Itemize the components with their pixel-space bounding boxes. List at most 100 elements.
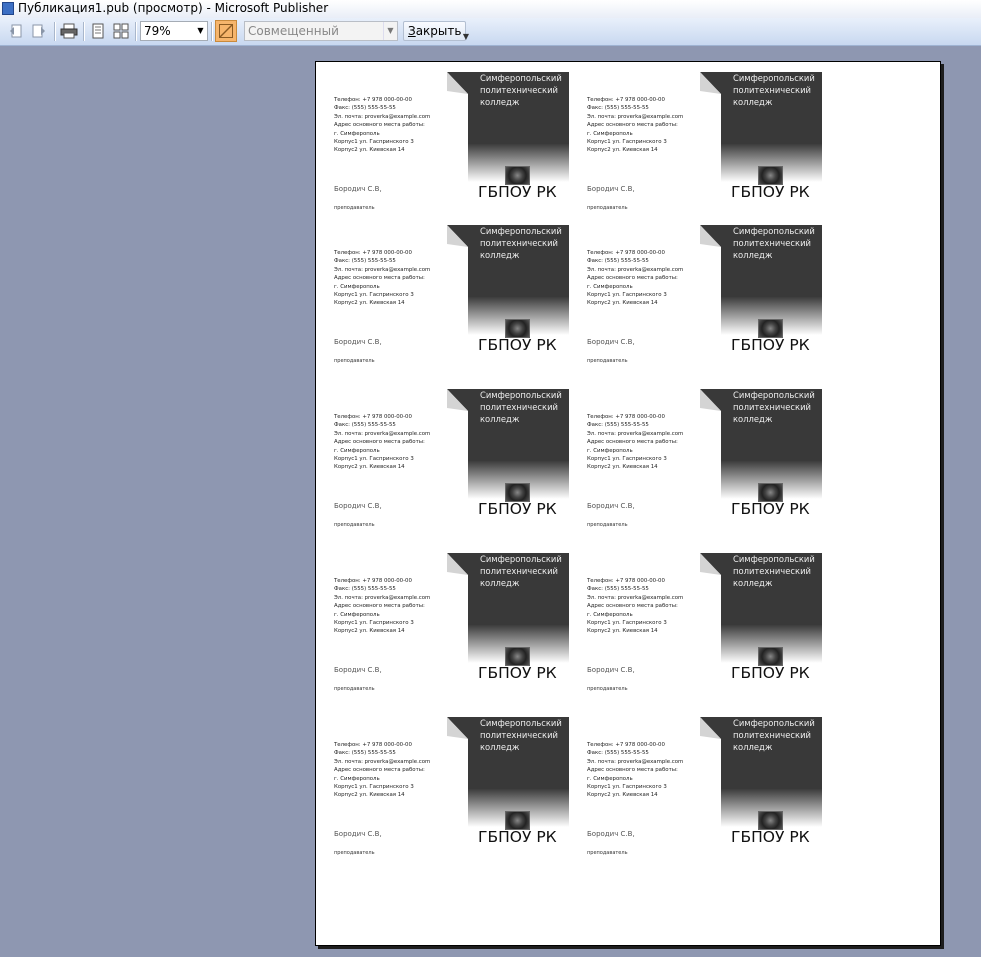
business-card: Симферопольский политехнический колледж … [584, 717, 837, 871]
one-page-icon[interactable] [88, 21, 108, 41]
city-text: г. Симферополь [587, 283, 633, 290]
email-text: Эл. почта: proverka@example.com [334, 266, 431, 273]
view-mode-select[interactable]: Совмещенный ▼ [244, 21, 398, 41]
next-page-icon[interactable] [29, 21, 49, 41]
fax-text: Факс: (555) 555-55-55 [587, 258, 649, 265]
college-name-line: Симферопольский [733, 554, 815, 564]
close-preview-button[interactable]: Закрыть [403, 21, 467, 41]
chevron-down-icon[interactable]: ▼ [383, 22, 397, 40]
college-name-line: колледж [480, 250, 520, 260]
building2-text: Корпус2 ул. Киевская 14 [587, 464, 658, 471]
city-text: г. Симферополь [587, 130, 633, 137]
address-label: Адрес основного места работы: [587, 603, 678, 610]
organization-name: ГБПОУ РК [731, 828, 810, 846]
close-button-accesskey: З [408, 24, 416, 38]
building2-text: Корпус2 ул. Киевская 14 [587, 300, 658, 307]
contact-info: Телефон: +7 978 000-00-00 Факс: (555) 55… [587, 96, 683, 155]
address-label: Адрес основного места работы: [587, 122, 678, 129]
toolbar-separator [135, 22, 137, 41]
toolbar-options-icon[interactable]: ▼ [461, 31, 471, 43]
college-name: Симферопольский политехнический колледж [480, 72, 562, 108]
card-folded-corner [447, 72, 468, 144]
building2-text: Корпус2 ул. Киевская 14 [587, 628, 658, 635]
title-bar: Публикация1.pub (просмотр) - Microsoft P… [0, 0, 981, 18]
building1-text: Корпус1 ул. Гаспринского 3 [587, 456, 667, 463]
address-label: Адрес основного места работы: [334, 439, 425, 446]
person-name: Бородич С.В, [334, 502, 382, 510]
person-position: преподаватель [587, 358, 628, 364]
city-text: г. Симферополь [334, 283, 380, 290]
email-text: Эл. почта: proverka@example.com [587, 758, 684, 765]
person-position: преподаватель [334, 686, 375, 692]
college-name: Симферопольский политехнический колледж [480, 389, 562, 425]
contact-info: Телефон: +7 978 000-00-00 Факс: (555) 55… [334, 741, 430, 800]
college-name-line: политехнический [733, 85, 811, 95]
organization-name: ГБПОУ РК [731, 336, 810, 354]
person-name: Бородич С.В, [587, 830, 635, 838]
college-name: Симферопольский политехнический колледж [733, 72, 815, 108]
zoom-select[interactable]: 79% ▼ [140, 21, 208, 41]
business-card: Симферопольский политехнический колледж … [331, 553, 584, 707]
toolbar-separator [54, 22, 56, 41]
college-name-line: Симферопольский [733, 390, 815, 400]
phone-text: Телефон: +7 978 000-00-00 [587, 250, 665, 256]
college-name: Симферопольский политехнический колледж [733, 717, 815, 753]
business-card: Симферопольский политехнический колледж … [331, 225, 584, 379]
building1-text: Корпус1 ул. Гаспринского 3 [587, 139, 667, 146]
building1-text: Корпус1 ул. Гаспринского 3 [334, 456, 414, 463]
person-name: Бородич С.В, [587, 338, 635, 346]
chevron-down-icon[interactable]: ▼ [194, 22, 207, 40]
business-card: Симферопольский политехнический колледж … [584, 72, 837, 226]
show-unprintable-region-button[interactable] [215, 20, 237, 42]
building2-text: Корпус2 ул. Киевская 14 [334, 628, 405, 635]
organization-name: ГБПОУ РК [478, 828, 557, 846]
contact-info: Телефон: +7 978 000-00-00 Факс: (555) 55… [334, 577, 430, 636]
email-text: Эл. почта: proverka@example.com [334, 758, 431, 765]
phone-text: Телефон: +7 978 000-00-00 [334, 742, 412, 748]
person-name: Бородич С.В, [334, 338, 382, 346]
person-position: преподаватель [587, 522, 628, 528]
toolbar-separator [211, 22, 213, 41]
previous-page-icon[interactable] [6, 21, 26, 41]
fax-text: Факс: (555) 555-55-55 [334, 750, 396, 757]
card-folded-corner [700, 72, 721, 144]
contact-info: Телефон: +7 978 000-00-00 Факс: (555) 55… [587, 577, 683, 636]
college-name-line: Симферопольский [480, 73, 562, 83]
building1-text: Корпус1 ул. Гаспринского 3 [587, 784, 667, 791]
print-icon[interactable] [59, 21, 79, 41]
address-label: Адрес основного места работы: [334, 603, 425, 610]
building2-text: Корпус2 ул. Киевская 14 [587, 147, 658, 154]
person-name: Бородич С.В, [334, 830, 382, 838]
close-button-label: акрыть [415, 24, 462, 38]
person-position: преподаватель [334, 358, 375, 364]
college-name-line: Симферопольский [480, 718, 562, 728]
view-mode-value: Совмещенный [248, 24, 339, 38]
college-name: Симферопольский политехнический колледж [480, 717, 562, 753]
person-position: преподаватель [587, 850, 628, 856]
person-position: преподаватель [587, 686, 628, 692]
business-card: Симферопольский политехнический колледж … [584, 553, 837, 707]
window-title: Публикация1.pub (просмотр) - Microsoft P… [18, 1, 329, 15]
building2-text: Корпус2 ул. Киевская 14 [334, 147, 405, 154]
college-name-line: Симферопольский [480, 226, 562, 236]
address-label: Адрес основного места работы: [334, 275, 425, 282]
zoom-value: 79% [144, 24, 171, 38]
building2-text: Корпус2 ул. Киевская 14 [334, 464, 405, 471]
fax-text: Факс: (555) 555-55-55 [334, 586, 396, 593]
college-name-line: политехнический [480, 566, 558, 576]
multiple-pages-icon[interactable] [111, 21, 131, 41]
email-text: Эл. почта: proverka@example.com [587, 430, 684, 437]
email-text: Эл. почта: proverka@example.com [587, 113, 684, 120]
phone-text: Телефон: +7 978 000-00-00 [587, 578, 665, 584]
card-folded-corner [700, 553, 721, 625]
building1-text: Корпус1 ул. Гаспринского 3 [587, 292, 667, 299]
fax-text: Факс: (555) 555-55-55 [334, 422, 396, 429]
organization-name: ГБПОУ РК [478, 183, 557, 201]
organization-name: ГБПОУ РК [478, 500, 557, 518]
college-name-line: колледж [733, 578, 773, 588]
contact-info: Телефон: +7 978 000-00-00 Факс: (555) 55… [334, 413, 430, 472]
city-text: г. Симферополь [587, 611, 633, 618]
college-name-line: колледж [733, 250, 773, 260]
person-name: Бородич С.В, [587, 502, 635, 510]
business-card: Симферопольский политехнический колледж … [331, 389, 584, 543]
